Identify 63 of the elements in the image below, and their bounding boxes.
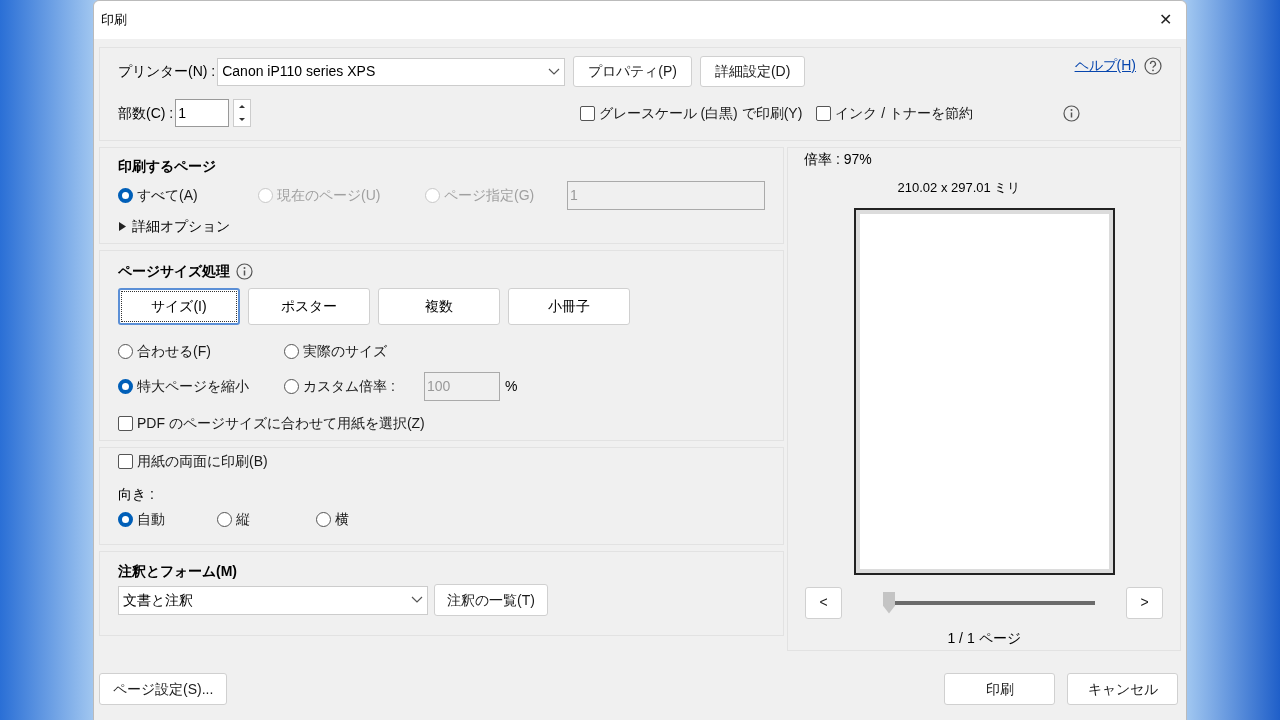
info-icon [1063,104,1080,122]
advanced-button[interactable]: 詳細設定(D) [699,56,806,87]
radio-label: 縦 [236,510,250,529]
scale-label: 倍率 : 97% [804,150,872,169]
radio-button[interactable] [284,379,299,394]
option-label: グレースケール (白黒) で印刷(Y) [598,103,803,123]
radio-label: 現在のページ(U) [277,186,381,205]
annotations-list-button[interactable]: 注釈の一覧(T) [434,584,548,616]
radio-button[interactable] [118,512,133,527]
sizing-mode-button[interactable]: 複数 [378,288,500,325]
chevron-down-icon [548,67,561,76]
close-button[interactable]: ✕ [1159,8,1172,32]
section-title: ページサイズ処理 [118,262,230,281]
copies-spinner[interactable] [233,99,252,127]
page-size-label: 210.02 x 297.01 ミリ [897,179,1021,197]
slider-thumb[interactable] [883,591,895,614]
radio-label: ページ指定(G) [444,186,535,205]
radio-button[interactable] [118,188,133,203]
printer-label: プリンター(N) : [118,62,216,81]
radio-label: 自動 [137,510,165,529]
section-title: 注釈とフォーム(M) [118,562,238,581]
checkbox-label: 用紙の両面に印刷(B) [137,452,268,471]
previous-page-button[interactable]: < [805,586,842,619]
sizing-mode-button[interactable]: サイズ(I) [118,288,240,325]
chevron-down-icon [411,596,423,604]
radio-label: 実際のサイズ [303,342,387,361]
copies-label: 部数(C) : [118,103,174,123]
checkbox[interactable] [118,454,133,469]
checkbox[interactable] [118,416,133,431]
checkbox[interactable] [816,105,832,121]
print-button[interactable]: 印刷 [944,673,1055,705]
radio-label: 特大ページを縮小 [137,377,249,396]
radio-label: 合わせる(F) [137,342,211,361]
sizing-mode-button[interactable]: ポスター [248,288,370,325]
copies-field[interactable]: 1 [175,99,230,127]
radio-label: カスタム倍率 : [303,377,395,396]
radio-label: 横 [335,510,349,529]
page-setup-button[interactable]: ページ設定(S)... [99,673,228,705]
properties-button[interactable]: プロパティ(P) [573,56,692,87]
next-page-button[interactable]: > [1126,586,1163,619]
window-title: 印刷 [101,11,127,30]
radio-label: すべて(A) [137,186,198,205]
help-icon [1144,56,1162,75]
radio-button[interactable] [118,344,133,359]
percent-label: % [505,377,518,396]
checkbox[interactable] [579,105,595,121]
radio-button[interactable] [118,379,133,394]
sizing-mode-button[interactable]: 小冊子 [508,288,630,325]
radio-button[interactable] [217,512,232,527]
radio-button[interactable] [316,512,331,527]
checkbox-label: PDF のページサイズに合わせて用紙を選択(Z) [137,414,425,433]
printer-dropdown[interactable]: Canon iP110 series XPS [217,57,566,86]
page-slider[interactable] [883,591,1095,614]
radio-button[interactable] [284,344,299,359]
page-counter: 1 / 1 ページ [947,628,1021,648]
more-options-toggle[interactable]: 詳細オプション [118,216,765,237]
section-title: 印刷するページ [118,157,217,176]
info-icon [236,263,253,280]
cancel-button[interactable]: キャンセル [1067,673,1178,705]
option-label: インク / トナーを節約 [835,103,973,123]
orientation-label: 向き : [118,485,155,504]
help-link[interactable]: ヘルプ(H) [1074,55,1136,76]
annotations-dropdown[interactable]: 文書と注釈 [118,585,428,615]
